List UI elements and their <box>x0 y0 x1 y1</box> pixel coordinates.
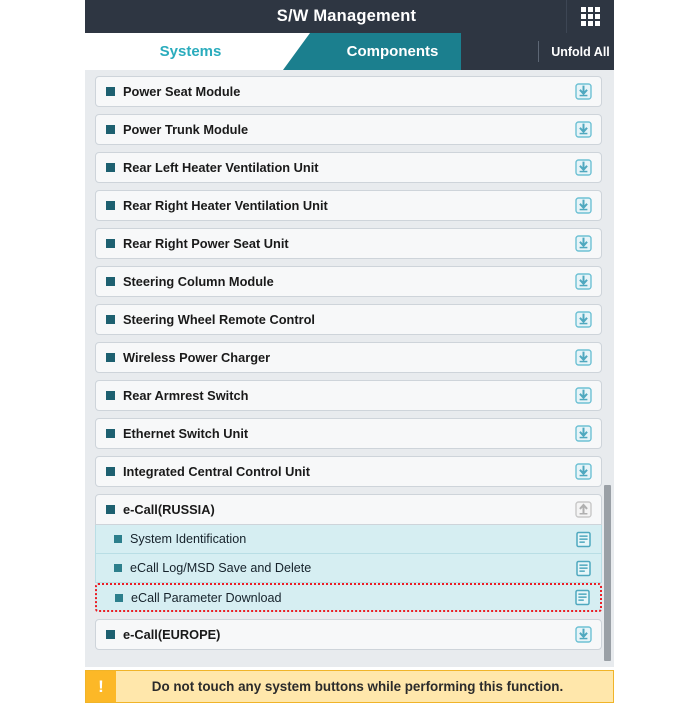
document-icon[interactable] <box>572 588 592 608</box>
sub-list-item-label: eCall Log/MSD Save and Delete <box>130 561 312 575</box>
download-icon[interactable] <box>573 386 593 406</box>
scrollbar-thumb[interactable] <box>604 485 611 661</box>
list-item[interactable]: Rear Armrest Switch <box>95 380 602 411</box>
expanded-group-ecall-russia: e-Call(RUSSIA) System Identification eCa… <box>95 494 602 612</box>
download-icon[interactable] <box>573 120 593 140</box>
group-header[interactable]: e-Call(RUSSIA) <box>95 494 602 525</box>
tabbar-divider <box>538 41 539 62</box>
download-icon[interactable] <box>573 462 593 482</box>
tab-components[interactable]: Components <box>290 33 495 70</box>
sub-list-item-label: System Identification <box>130 532 247 546</box>
unfold-all-label: Unfold All <box>551 44 610 59</box>
list-item-label: Power Seat Module <box>123 84 241 99</box>
warning-bar: ! Do not touch any system buttons while … <box>85 670 614 703</box>
list-item[interactable]: Wireless Power Charger <box>95 342 602 373</box>
list-item[interactable]: Power Trunk Module <box>95 114 602 145</box>
bullet-square-icon <box>106 277 115 286</box>
list-item[interactable]: Rear Right Heater Ventilation Unit <box>95 190 602 221</box>
grid-menu-icon <box>581 7 600 26</box>
bullet-square-icon <box>106 315 115 324</box>
warning-message: Do not touch any system buttons while pe… <box>151 679 564 694</box>
document-icon[interactable] <box>573 529 593 549</box>
exclamation-icon: ! <box>86 671 116 702</box>
titlebar: S/W Management <box>85 0 614 33</box>
page-title: S/W Management <box>276 7 417 25</box>
download-icon[interactable] <box>573 625 593 645</box>
bullet-square-icon <box>106 630 115 639</box>
bullet-square-icon <box>106 125 115 134</box>
bullet-square-icon <box>106 429 115 438</box>
bullet-square-icon <box>106 87 115 96</box>
list-item-label: Rear Right Power Seat Unit <box>123 236 289 251</box>
list-item[interactable]: Ethernet Switch Unit <box>95 418 602 449</box>
download-icon[interactable] <box>573 310 593 330</box>
list-item[interactable]: e-Call(EUROPE) <box>95 619 602 650</box>
list-item-label: Steering Wheel Remote Control <box>123 312 315 327</box>
app-root: S/W Management Components Systems Unfold… <box>0 0 699 704</box>
download-icon[interactable] <box>573 424 593 444</box>
sub-list-item[interactable]: System Identification <box>95 525 602 554</box>
list-item[interactable]: Integrated Central Control Unit <box>95 456 602 487</box>
sw-management-window: S/W Management Components Systems Unfold… <box>85 0 614 704</box>
bullet-square-icon <box>106 391 115 400</box>
download-icon[interactable] <box>573 82 593 102</box>
list-item-label: Integrated Central Control Unit <box>123 464 310 479</box>
grid-menu-button[interactable] <box>566 0 614 33</box>
list-item[interactable]: Steering Wheel Remote Control <box>95 304 602 335</box>
list-item-label: Rear Left Heater Ventilation Unit <box>123 160 319 175</box>
bullet-square-icon <box>106 353 115 362</box>
upload-icon[interactable] <box>573 500 593 520</box>
tab-components-label: Components <box>346 43 439 60</box>
systems-list: Power Seat Module Power Trunk Module Rea… <box>85 70 614 667</box>
bullet-square-icon <box>106 163 115 172</box>
list-item[interactable]: Power Seat Module <box>95 76 602 107</box>
list-item[interactable]: Rear Right Power Seat Unit <box>95 228 602 259</box>
tab-systems[interactable]: Systems <box>85 33 310 70</box>
bullet-square-icon <box>115 593 123 602</box>
bullet-square-icon <box>106 239 115 248</box>
list-item-label: Steering Column Module <box>123 274 274 289</box>
sub-list-item-label: eCall Parameter Download <box>131 590 282 605</box>
sub-list-item[interactable]: eCall Log/MSD Save and Delete <box>95 554 602 583</box>
unfold-all-button[interactable]: Unfold All <box>547 33 614 70</box>
bullet-square-icon <box>106 467 115 476</box>
bullet-square-icon <box>106 505 115 514</box>
list-item-label: Ethernet Switch Unit <box>123 426 249 441</box>
list-item[interactable]: Rear Left Heater Ventilation Unit <box>95 152 602 183</box>
download-icon[interactable] <box>573 158 593 178</box>
bullet-square-icon <box>114 535 122 543</box>
bullet-square-icon <box>114 564 122 572</box>
exclamation-glyph: ! <box>98 676 104 696</box>
bullet-square-icon <box>106 201 115 210</box>
tabbar: Components Systems Unfold All <box>85 33 614 70</box>
download-icon[interactable] <box>573 234 593 254</box>
list-item-label: e-Call(EUROPE) <box>123 627 221 642</box>
group-header-label: e-Call(RUSSIA) <box>123 502 215 517</box>
list-item-label: Rear Right Heater Ventilation Unit <box>123 198 328 213</box>
download-icon[interactable] <box>573 272 593 292</box>
list-item-label: Rear Armrest Switch <box>123 388 249 403</box>
download-icon[interactable] <box>573 196 593 216</box>
document-icon[interactable] <box>573 558 593 578</box>
list-item-label: Wireless Power Charger <box>123 350 271 365</box>
sub-list-item-selected[interactable]: eCall Parameter Download <box>95 583 602 612</box>
list-item-label: Power Trunk Module <box>123 122 249 137</box>
download-icon[interactable] <box>573 348 593 368</box>
list-item[interactable]: Steering Column Module <box>95 266 602 297</box>
tab-systems-label: Systems <box>159 43 222 60</box>
